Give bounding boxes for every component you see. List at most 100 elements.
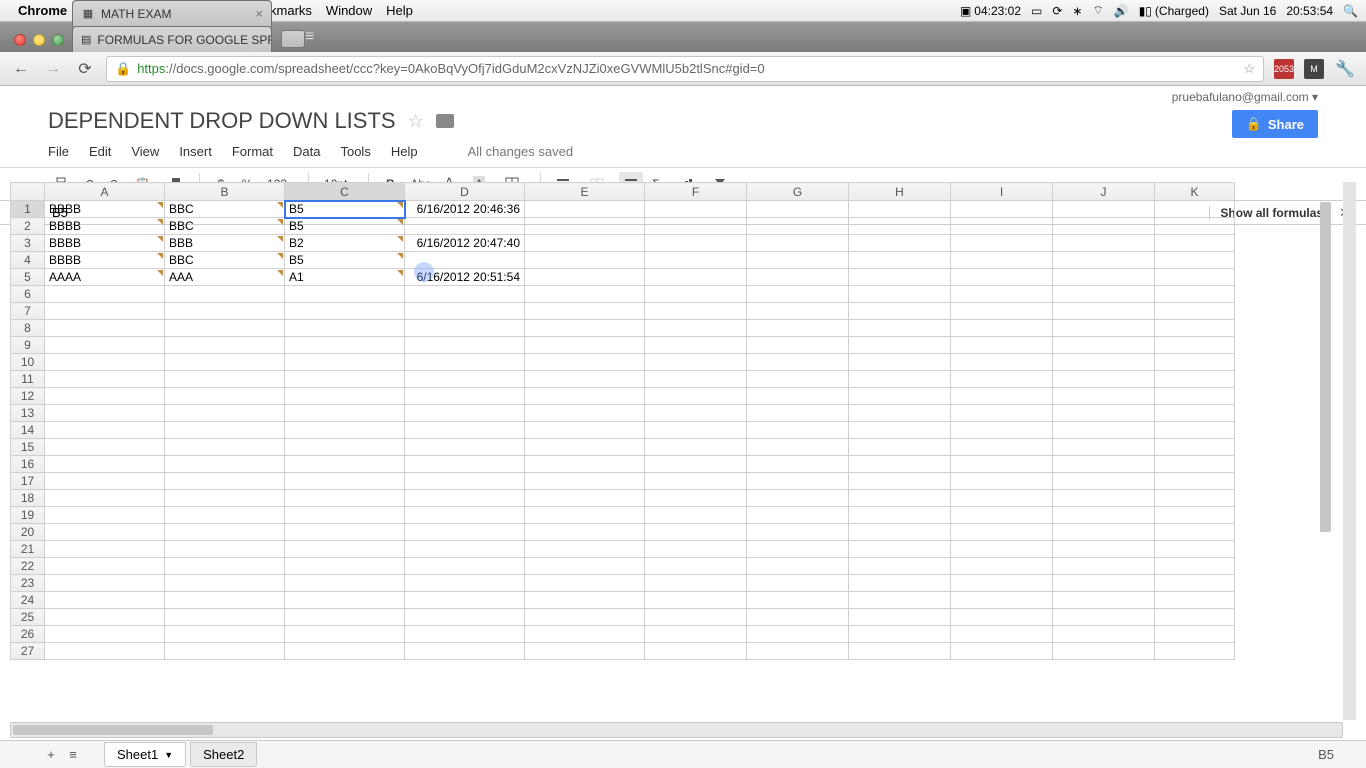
- sheet-menu-icon[interactable]: ▼: [164, 750, 173, 760]
- column-header[interactable]: A: [45, 183, 165, 201]
- cell[interactable]: [525, 456, 645, 473]
- cell[interactable]: [1155, 626, 1235, 643]
- row-header[interactable]: 18: [11, 490, 45, 507]
- cell[interactable]: [45, 507, 165, 524]
- cell[interactable]: [1053, 303, 1155, 320]
- cell[interactable]: [1155, 252, 1235, 269]
- cell[interactable]: [285, 388, 405, 405]
- column-header[interactable]: K: [1155, 183, 1235, 201]
- cell[interactable]: [1155, 320, 1235, 337]
- cell[interactable]: [849, 303, 951, 320]
- cell[interactable]: 6/16/2012 20:51:54: [405, 269, 525, 286]
- cell[interactable]: [1053, 354, 1155, 371]
- cell[interactable]: [405, 405, 525, 422]
- folder-icon[interactable]: [436, 114, 454, 128]
- display-icon[interactable]: ▭: [1031, 4, 1042, 18]
- row-header[interactable]: 21: [11, 541, 45, 558]
- cell[interactable]: [1053, 252, 1155, 269]
- cell[interactable]: [525, 371, 645, 388]
- cell[interactable]: [405, 439, 525, 456]
- row-header[interactable]: 7: [11, 303, 45, 320]
- cell[interactable]: [285, 490, 405, 507]
- cell[interactable]: [747, 609, 849, 626]
- row-header[interactable]: 22: [11, 558, 45, 575]
- cell[interactable]: [849, 388, 951, 405]
- wifi-icon[interactable]: ⌔: [1092, 3, 1103, 18]
- cell[interactable]: BBBB: [45, 235, 165, 252]
- cell[interactable]: [165, 456, 285, 473]
- cell[interactable]: [645, 405, 747, 422]
- cell[interactable]: AAAA: [45, 269, 165, 286]
- cell[interactable]: BBC: [165, 218, 285, 235]
- cell[interactable]: [645, 354, 747, 371]
- cell[interactable]: [525, 592, 645, 609]
- row-header[interactable]: 12: [11, 388, 45, 405]
- row-header[interactable]: 6: [11, 286, 45, 303]
- cell[interactable]: [165, 507, 285, 524]
- cell[interactable]: [1053, 456, 1155, 473]
- cell[interactable]: [405, 252, 525, 269]
- cell[interactable]: [45, 354, 165, 371]
- cell[interactable]: [525, 303, 645, 320]
- cell[interactable]: [525, 286, 645, 303]
- cell[interactable]: [165, 337, 285, 354]
- cell[interactable]: [1053, 507, 1155, 524]
- cell[interactable]: [405, 303, 525, 320]
- cell[interactable]: [747, 388, 849, 405]
- cell[interactable]: [285, 354, 405, 371]
- docs-menu-item[interactable]: Tools: [340, 144, 370, 159]
- cell[interactable]: [747, 422, 849, 439]
- cell[interactable]: B5: [285, 252, 405, 269]
- cell[interactable]: [951, 252, 1053, 269]
- cell[interactable]: [849, 218, 951, 235]
- cell[interactable]: [405, 541, 525, 558]
- cell[interactable]: [165, 320, 285, 337]
- cell[interactable]: [951, 371, 1053, 388]
- cell[interactable]: [165, 592, 285, 609]
- cell[interactable]: [951, 235, 1053, 252]
- cell[interactable]: [405, 388, 525, 405]
- cell[interactable]: [285, 286, 405, 303]
- cell[interactable]: [645, 592, 747, 609]
- all-sheets-button[interactable]: ≡: [62, 747, 84, 762]
- battery-icon[interactable]: ▮▯ (Charged): [1139, 4, 1209, 18]
- cell[interactable]: [645, 235, 747, 252]
- cell[interactable]: [951, 490, 1053, 507]
- cell[interactable]: [951, 507, 1053, 524]
- cell[interactable]: [525, 252, 645, 269]
- bluetooth-icon[interactable]: ∗: [1072, 4, 1082, 18]
- cell[interactable]: [1155, 524, 1235, 541]
- cell[interactable]: [1053, 541, 1155, 558]
- spotlight-icon[interactable]: 🔍: [1343, 4, 1358, 18]
- cell[interactable]: [951, 286, 1053, 303]
- cell[interactable]: [747, 286, 849, 303]
- cell[interactable]: [405, 524, 525, 541]
- cell[interactable]: [525, 558, 645, 575]
- cell[interactable]: [405, 456, 525, 473]
- cell[interactable]: [1053, 286, 1155, 303]
- cell[interactable]: [645, 320, 747, 337]
- cell[interactable]: [747, 439, 849, 456]
- chrome-menu-icon[interactable]: ≡: [305, 28, 320, 52]
- cell[interactable]: [1155, 303, 1235, 320]
- docs-menu-item[interactable]: View: [131, 144, 159, 159]
- cell[interactable]: [1155, 609, 1235, 626]
- cell[interactable]: [405, 371, 525, 388]
- cell[interactable]: [1053, 337, 1155, 354]
- row-header[interactable]: 13: [11, 405, 45, 422]
- cell[interactable]: [405, 609, 525, 626]
- cell[interactable]: [1053, 320, 1155, 337]
- cell[interactable]: [1155, 541, 1235, 558]
- cell[interactable]: [285, 303, 405, 320]
- cell[interactable]: [285, 626, 405, 643]
- cell[interactable]: 6/16/2012 20:46:36: [405, 201, 525, 218]
- cell[interactable]: [525, 320, 645, 337]
- spreadsheet-grid[interactable]: ABCDEFGHIJK1BBBBBBCB56/16/2012 20:46:362…: [10, 182, 1356, 720]
- cell[interactable]: [525, 269, 645, 286]
- cell[interactable]: [165, 354, 285, 371]
- cell[interactable]: [849, 541, 951, 558]
- cell[interactable]: [645, 269, 747, 286]
- cell[interactable]: [849, 490, 951, 507]
- cell[interactable]: [405, 286, 525, 303]
- cell[interactable]: B2: [285, 235, 405, 252]
